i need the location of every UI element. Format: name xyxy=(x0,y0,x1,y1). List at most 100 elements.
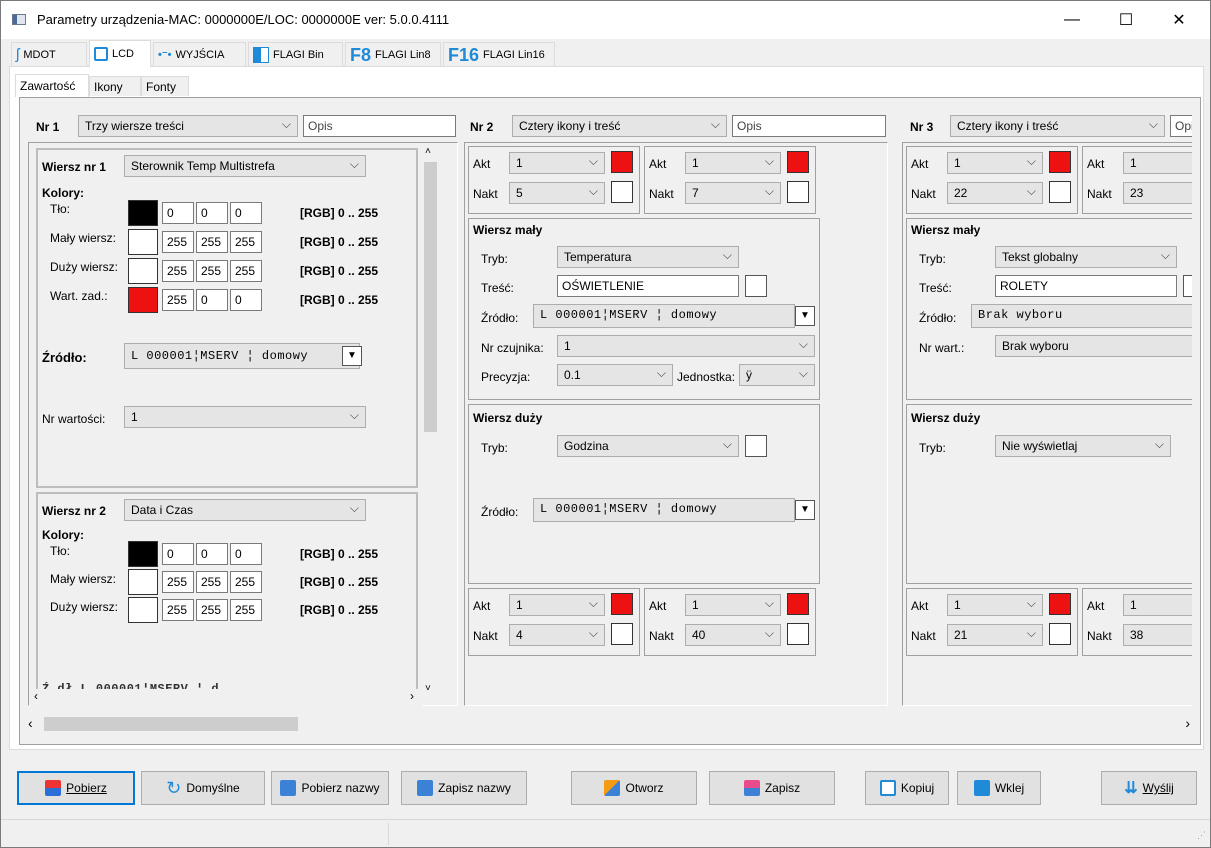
set-g-input[interactable]: 0 xyxy=(196,289,228,311)
icon-3-active-color[interactable] xyxy=(1049,593,1071,615)
bg-b-input[interactable]: 0 xyxy=(230,543,262,565)
scroll-thumb[interactable] xyxy=(44,717,298,731)
panel-mode-select[interactable]: Cztery ikony i treść xyxy=(512,115,727,137)
big-b-input[interactable]: 255 xyxy=(230,599,262,621)
tab-wyjscia[interactable]: •⁻• WYJŚCIA xyxy=(153,42,246,66)
tab-flagi-lin8[interactable]: F8 FLAGI Lin8 xyxy=(345,42,441,66)
close-button[interactable]: ✕ xyxy=(1156,1,1202,39)
panel-1-horizontal-scrollbar[interactable]: ‹ › xyxy=(30,689,422,706)
bg-g-input[interactable]: 0 xyxy=(196,543,228,565)
source-dropdown-button[interactable]: ▼ xyxy=(342,346,362,366)
icon-4-active-select[interactable]: 1 xyxy=(685,594,781,616)
bg-color-swatch[interactable] xyxy=(128,541,158,567)
subtab-ikony[interactable]: Ikony xyxy=(89,76,141,96)
download-names-button[interactable]: Pobierz nazwy xyxy=(271,771,389,805)
copy-button[interactable]: Kopiuj xyxy=(865,771,949,805)
big-b-input[interactable]: 255 xyxy=(230,260,262,282)
icon-1-inactive-select[interactable]: 22 xyxy=(947,182,1043,204)
scroll-down-icon[interactable]: ˅ xyxy=(425,683,431,694)
icon-2-active-select[interactable]: 1 xyxy=(1123,152,1192,174)
panels-horizontal-scrollbar[interactable]: ‹ › xyxy=(22,714,1198,734)
resize-grip-icon[interactable]: ⋰ xyxy=(1197,830,1206,841)
subtab-fonty[interactable]: Fonty xyxy=(141,76,189,96)
panel-mode-select[interactable]: Cztery ikony i treść xyxy=(950,115,1165,137)
panel-description-input[interactable]: Opis xyxy=(303,115,456,137)
small-row-color-swatch[interactable] xyxy=(128,229,158,255)
small-b-input[interactable]: 255 xyxy=(230,231,262,253)
big-g-input[interactable]: 255 xyxy=(196,260,228,282)
icon-3-active-select[interactable]: 1 xyxy=(947,594,1043,616)
set-r-input[interactable]: 255 xyxy=(162,289,194,311)
open-button[interactable]: Otworz xyxy=(571,771,697,805)
download-button[interactable]: Pobierz xyxy=(17,771,135,805)
panel-mode-select[interactable]: Trzy wiersze treści xyxy=(78,115,298,137)
icon-3-inactive-color[interactable] xyxy=(1049,623,1071,645)
icon-1-active-select[interactable]: 1 xyxy=(509,152,605,174)
paste-button[interactable]: Wklej xyxy=(957,771,1041,805)
subtab-zawartosc[interactable]: Zawartość xyxy=(15,74,89,97)
defaults-button[interactable]: ↻ Domyślne xyxy=(141,771,265,805)
small-row-color-swatch[interactable] xyxy=(128,569,158,595)
small-row-content-input[interactable]: ROLETY xyxy=(995,275,1177,297)
icon-3-inactive-select[interactable]: 21 xyxy=(947,624,1043,646)
big-r-input[interactable]: 255 xyxy=(162,260,194,282)
tab-lcd[interactable]: LCD xyxy=(89,40,151,67)
scroll-right-icon[interactable]: › xyxy=(1185,715,1190,731)
big-g-input[interactable]: 255 xyxy=(196,599,228,621)
icon-3-inactive-color[interactable] xyxy=(611,623,633,645)
big-r-input[interactable]: 255 xyxy=(162,599,194,621)
icon-2-active-color[interactable] xyxy=(787,151,809,173)
small-g-input[interactable]: 255 xyxy=(196,231,228,253)
icon-4-inactive-color[interactable] xyxy=(787,623,809,645)
small-row-source-select[interactable]: L 000001¦MSERV ¦ domowy xyxy=(533,304,795,328)
value-nr-select[interactable]: Brak wyboru xyxy=(995,335,1192,357)
sensor-nr-select[interactable]: 1 xyxy=(557,335,815,357)
bg-b-input[interactable]: 0 xyxy=(230,202,262,224)
icon-4-active-color[interactable] xyxy=(787,593,809,615)
icon-3-active-select[interactable]: 1 xyxy=(509,594,605,616)
icon-1-active-select[interactable]: 1 xyxy=(947,152,1043,174)
big-row-color-swatch[interactable] xyxy=(128,597,158,623)
icon-2-inactive-select[interactable]: 7 xyxy=(685,182,781,204)
icon-4-active-select[interactable]: 1 xyxy=(1123,594,1192,616)
icon-1-inactive-color[interactable] xyxy=(611,181,633,203)
scroll-up-icon[interactable]: ˄ xyxy=(425,146,431,157)
panel-description-input[interactable]: Opis xyxy=(1170,115,1192,137)
small-row-content-color[interactable] xyxy=(1183,275,1192,297)
big-row-color-swatch[interactable] xyxy=(128,258,158,284)
scroll-left-icon[interactable]: ‹ xyxy=(28,715,33,731)
bg-g-input[interactable]: 0 xyxy=(196,202,228,224)
scroll-left-icon[interactable]: ‹ xyxy=(34,689,38,703)
icon-3-active-color[interactable] xyxy=(611,593,633,615)
set-b-input[interactable]: 0 xyxy=(230,289,262,311)
tab-flagi-bin[interactable]: FLAGI Bin xyxy=(248,42,343,66)
icon-2-inactive-select[interactable]: 23 xyxy=(1123,182,1192,204)
bg-r-input[interactable]: 0 xyxy=(162,543,194,565)
big-row-color[interactable] xyxy=(745,435,767,457)
icon-1-inactive-select[interactable]: 5 xyxy=(509,182,605,204)
icon-1-active-color[interactable] xyxy=(1049,151,1071,173)
tab-mdot[interactable]: ʃ MDOT xyxy=(11,42,87,66)
save-button[interactable]: Zapisz xyxy=(709,771,835,805)
panel-1-vertical-scrollbar[interactable]: ˄ ˅ xyxy=(422,146,439,694)
small-row-source-select[interactable]: Brak wyboru xyxy=(971,304,1192,328)
small-r-input[interactable]: 255 xyxy=(162,231,194,253)
unit-select[interactable]: ÿ xyxy=(739,364,815,386)
small-b-input[interactable]: 255 xyxy=(230,571,262,593)
icon-1-active-color[interactable] xyxy=(611,151,633,173)
bg-r-input[interactable]: 0 xyxy=(162,202,194,224)
small-row-mode-select[interactable]: Temperatura xyxy=(557,246,739,268)
tab-flagi-lin16[interactable]: F16 FLAGI Lin16 xyxy=(443,42,555,66)
small-row-mode-select[interactable]: Tekst globalny xyxy=(995,246,1177,268)
scroll-right-icon[interactable]: › xyxy=(410,689,414,703)
row-2-content-select[interactable]: Data i Czas xyxy=(124,499,366,521)
row-1-content-select[interactable]: Sterownik Temp Multistrefa xyxy=(124,155,366,177)
icon-1-inactive-color[interactable] xyxy=(1049,181,1071,203)
small-r-input[interactable]: 255 xyxy=(162,571,194,593)
icon-4-inactive-select[interactable]: 38 xyxy=(1123,624,1192,646)
big-row-source-select[interactable]: L 000001¦MSERV ¦ domowy xyxy=(533,498,795,522)
icon-3-inactive-select[interactable]: 4 xyxy=(509,624,605,646)
icon-4-inactive-select[interactable]: 40 xyxy=(685,624,781,646)
maximize-button[interactable]: ☐ xyxy=(1103,1,1149,39)
big-row-mode-select[interactable]: Godzina xyxy=(557,435,739,457)
